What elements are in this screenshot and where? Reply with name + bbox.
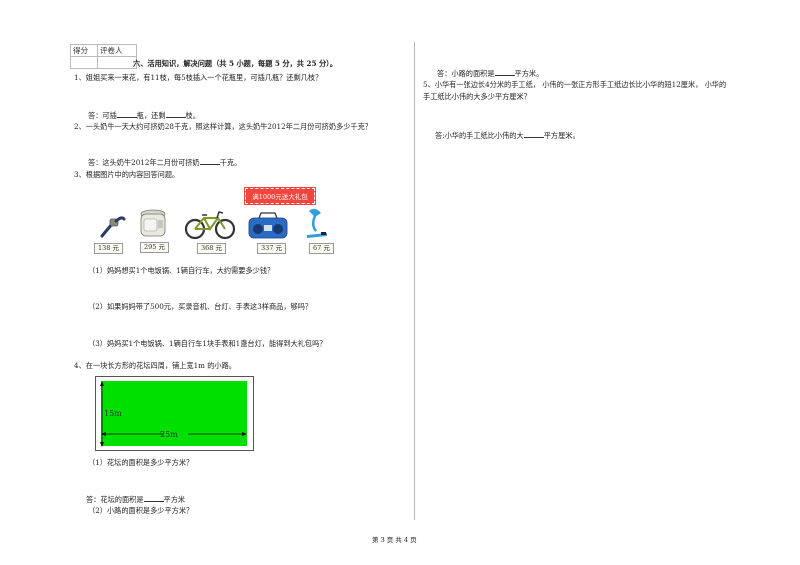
answer-5-prefix: 答:小华的手工纸比小伟的大	[435, 131, 524, 140]
answer-1: 答：可插 瓶，还剩 枝。	[88, 110, 200, 120]
question-3-sub-2: （2）如果妈妈带了500元，买录音机、台灯、手表这3样商品，够吗？	[88, 302, 313, 311]
desk-lamp-icon	[307, 208, 327, 238]
question-3-sub-3: （3）妈妈买1个电饭锅、1辆自行车1块手表和1盏台灯，能得到大礼包吗？	[88, 339, 327, 348]
price-tag-radio: 337 元	[257, 243, 286, 254]
price-tag-rice-cooker: 295 元	[140, 242, 169, 253]
answer-4-2: 答：小路的面积是 平方米。	[437, 68, 543, 78]
height-label: 15m	[104, 409, 122, 418]
price-tag-lamp: 67 元	[309, 243, 334, 254]
question-3: 3、根据图片中的内容回答问题。	[74, 170, 180, 179]
score-table: 得分 评卷人	[70, 44, 137, 69]
answer-blank[interactable]	[165, 110, 186, 118]
answer-1-suffix: 枝。	[185, 111, 200, 120]
answer-4-1-prefix: 答：花坛的面积是	[86, 495, 144, 504]
column-divider	[414, 42, 415, 520]
answer-5-suffix: 平方厘米。	[543, 131, 580, 140]
question-4: 4、在一块长方形的花坛四周，铺上宽1m 的小路。	[74, 361, 236, 370]
question-5-line-2: 手工纸比小伟的大多少平方厘米？	[423, 92, 531, 101]
rice-cooker-icon	[140, 209, 166, 237]
answer-4-1: 答：花坛的面积是 平方米	[86, 494, 185, 504]
answer-2-prefix: 答：这头奶牛2012年二月份可挤奶	[88, 158, 200, 167]
answer-5: 答:小华的手工纸比小伟的大 平方厘米。	[435, 130, 580, 140]
answer-blank[interactable]	[199, 157, 220, 165]
radio-icon	[248, 212, 288, 239]
answer-blank[interactable]	[116, 110, 137, 118]
grader-cell	[97, 56, 137, 69]
section-title: 六、活用知识，解决问题（共 5 小题，每题 5 分，共 25 分）。	[133, 59, 337, 68]
bicycle-icon	[184, 211, 236, 240]
question-4-sub-2: （2）小路的面积是多少平方米？	[88, 506, 194, 515]
answer-4-1-suffix: 平方米	[163, 495, 186, 504]
answer-blank[interactable]	[523, 130, 544, 138]
grader-label: 评卷人	[97, 44, 137, 57]
question-3-sub-1: （1）妈妈想买1个电饭锅、1辆自行车，大约需要多少钱？	[88, 266, 275, 275]
price-tag-watch: 138 元	[94, 243, 123, 254]
answer-4-2-suffix: 平方米。	[514, 69, 544, 78]
score-cell	[70, 56, 98, 69]
question-4-sub-1: （1）花坛的面积是多少平方米？	[88, 458, 194, 467]
answer-1-prefix: 答：可插	[88, 111, 117, 120]
width-label: 25m	[160, 430, 178, 439]
answer-blank[interactable]	[494, 68, 515, 76]
answer-4-2-prefix: 答：小路的面积是	[437, 69, 495, 78]
answer-1-mid: 瓶，还剩	[136, 111, 166, 120]
score-label: 得分	[70, 44, 98, 57]
page-footer: 第 3 页 共 4 页	[372, 536, 417, 544]
question-2: 2、一头奶牛一天大约可挤奶28千克，照这样计算，这头奶牛2012年二月份可挤奶多…	[74, 122, 372, 131]
price-tag-bicycle: 368 元	[197, 243, 226, 254]
question-5-line-1: 5、小华有一张边长4分米的手工纸， 小伟的一张正方形手工纸边长比小华的短12厘米…	[423, 80, 727, 89]
watch-icon	[100, 216, 126, 238]
answer-2: 答：这头奶牛2012年二月份可挤奶 千克。	[88, 157, 241, 167]
question-1: 1、姐姐买来一束花，有11枝，每5枝插入一个花瓶里，可插几瓶？还剩几枝？	[74, 73, 323, 82]
answer-blank[interactable]	[143, 494, 164, 502]
promo-banner: 满1000元送大礼包	[245, 188, 315, 204]
answer-2-suffix: 千克。	[219, 158, 242, 167]
